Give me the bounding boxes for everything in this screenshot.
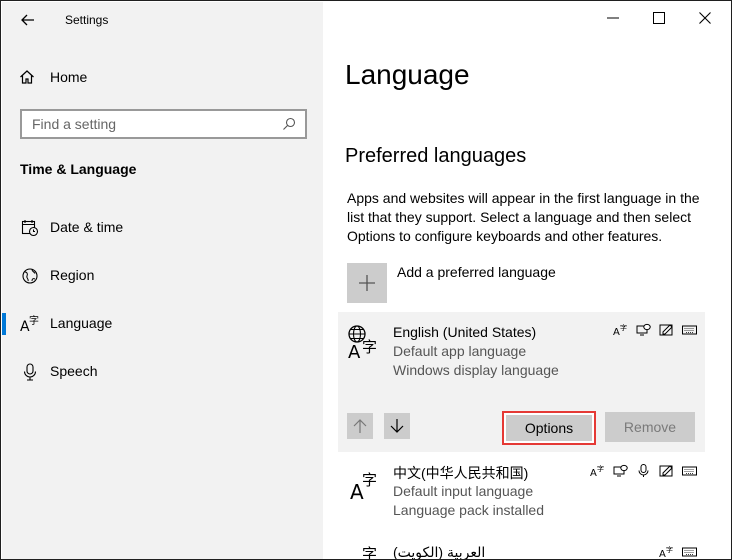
language-icon: A 字 (350, 471, 377, 504)
app-title: Settings (65, 13, 109, 27)
svg-text:A: A (348, 342, 361, 361)
svg-text:A: A (613, 327, 620, 336)
display-language-icon: A字 (612, 322, 629, 336)
svg-text:字: 字 (597, 464, 604, 473)
sidebar-item-date-time[interactable]: Date & time (2, 208, 323, 248)
display-language-icon: A字 (658, 544, 675, 558)
svg-text:字: 字 (362, 338, 377, 356)
search-icon[interactable] (277, 112, 301, 136)
svg-text:字: 字 (620, 323, 627, 332)
sidebar-section-title: Time & Language (20, 161, 137, 177)
arrow-down-icon (390, 419, 404, 433)
globe-icon (20, 266, 40, 286)
microphone-icon (20, 362, 40, 382)
svg-text:字: 字 (362, 471, 377, 489)
language-status: Default app language (393, 343, 527, 359)
speech-icon (635, 322, 652, 336)
sidebar-item-label: Date & time (50, 219, 124, 235)
back-arrow-icon (21, 14, 34, 26)
language-status: Language pack installed (393, 502, 545, 518)
section-title: Preferred languages (345, 145, 527, 167)
minimize-button[interactable] (590, 1, 636, 35)
language-globe-icon: A 字 (348, 325, 377, 361)
nav-home[interactable]: Home (19, 66, 87, 88)
speech-icon (612, 463, 629, 477)
search-box[interactable]: Find a setting (20, 109, 307, 139)
language-icon: 字 (362, 545, 377, 560)
language-name[interactable]: 中文(中华人民共和国) (393, 463, 528, 483)
language-icon: A字 (20, 314, 40, 334)
home-icon (20, 70, 34, 84)
svg-text:A: A (590, 468, 597, 477)
sidebar-item-language[interactable]: A字 Language (2, 304, 323, 344)
minimize-icon (607, 17, 619, 19)
remove-button[interactable]: Remove (605, 412, 695, 442)
selected-indicator (2, 313, 6, 335)
keyboard-icon (681, 322, 698, 336)
svg-text:A: A (659, 549, 666, 558)
nav-home-label: Home (50, 69, 88, 85)
language-features: A字 (612, 322, 698, 336)
search-input[interactable]: Find a setting (32, 116, 277, 132)
plus-icon (359, 275, 375, 291)
sidebar-item-label: Speech (50, 363, 98, 379)
language-features: A字 (658, 544, 698, 558)
section-description: Apps and websites will appear in the fir… (347, 190, 700, 244)
sidebar-item-label: Region (50, 267, 95, 283)
sidebar: Settings Home Find a setting Time & Lang… (2, 2, 323, 559)
handwriting-icon (658, 463, 675, 477)
svg-text:字: 字 (362, 545, 377, 560)
svg-text:字: 字 (29, 315, 39, 327)
arrow-up-icon (353, 419, 367, 433)
keyboard-icon (681, 544, 698, 558)
close-icon (699, 12, 711, 24)
keyboard-icon (681, 463, 698, 477)
microphone-icon (635, 463, 652, 477)
sidebar-item-label: Language (50, 315, 113, 331)
options-button-label: Options (506, 415, 592, 441)
maximize-button[interactable] (636, 1, 682, 35)
sidebar-item-region[interactable]: Region (2, 256, 323, 296)
language-status: Default input language (393, 483, 534, 499)
settings-window: Settings Home Find a setting Time & Lang… (0, 0, 732, 560)
handwriting-icon (658, 322, 675, 336)
move-up-button[interactable] (347, 413, 373, 439)
language-name[interactable]: العربية (الكويت) (393, 544, 485, 559)
sidebar-item-speech[interactable]: Speech (2, 352, 323, 392)
add-language-label[interactable]: Add a preferred language (397, 264, 556, 280)
language-name: English (United States) (393, 324, 537, 340)
move-down-button[interactable] (384, 413, 410, 439)
svg-text:字: 字 (666, 545, 673, 554)
calendar-clock-icon (20, 218, 40, 238)
close-button[interactable] (682, 1, 728, 35)
options-button[interactable]: Options (502, 411, 596, 445)
language-features: A字 (589, 463, 698, 477)
display-language-icon: A字 (589, 463, 606, 477)
page-title: Language (345, 59, 470, 90)
maximize-icon (653, 12, 665, 24)
language-status: Windows display language (393, 362, 559, 378)
back-button[interactable] (16, 8, 40, 32)
add-language-button[interactable] (347, 263, 387, 303)
